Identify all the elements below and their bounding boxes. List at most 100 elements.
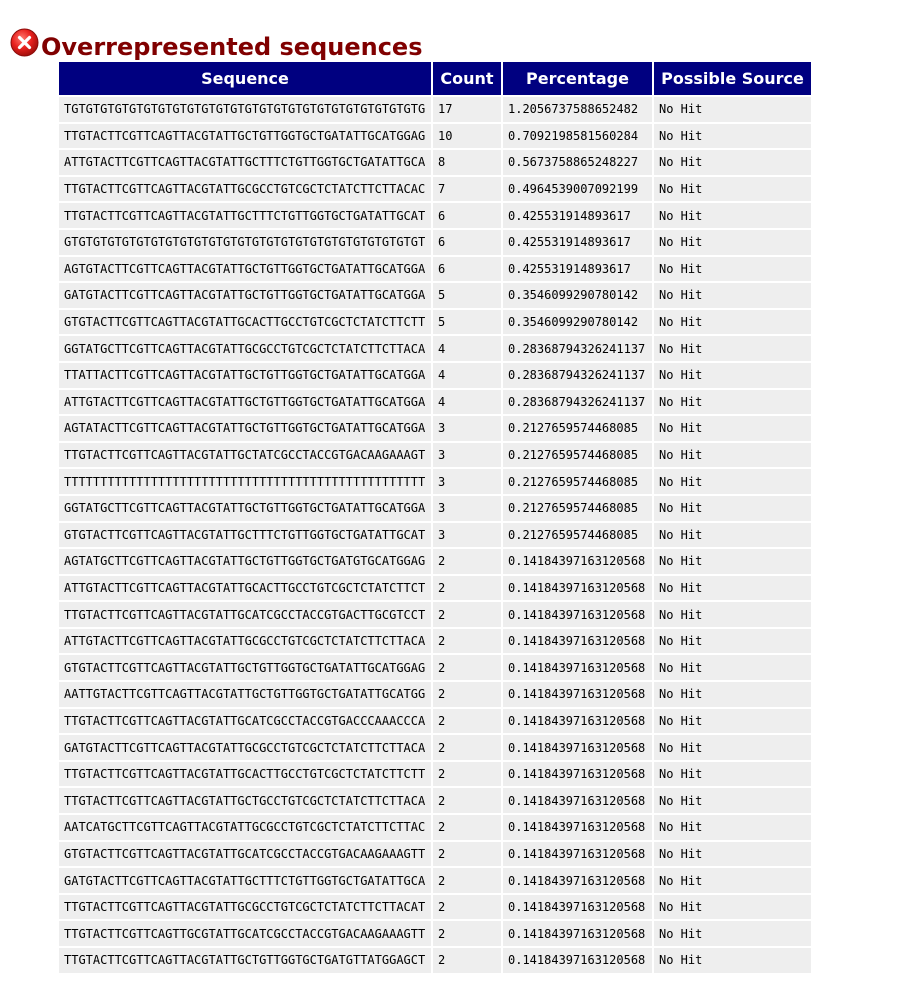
percentage-cell: 0.3546099290780142 xyxy=(503,309,652,335)
count-cell: 5 xyxy=(433,283,501,308)
percentage-cell: 0.14184397163120568 xyxy=(503,841,652,867)
table-row: TTGTACTTCGTTCAGTTACGTATTGCTGCCTGTCGCTCTA… xyxy=(59,788,811,814)
percentage-cell: 0.2127659574468085 xyxy=(503,469,652,494)
possible-source-cell: No Hit xyxy=(654,655,811,681)
possible-source-cell: No Hit xyxy=(654,123,811,149)
sequence-cell: AATCATGCTTCGTTCAGTTACGTATTGCGCCTGTCGCTCT… xyxy=(59,815,431,840)
percentage-cell: 0.2127659574468085 xyxy=(503,416,652,441)
sequence-cell: GTGTACTTCGTTCAGTTACGTATTGCACTTGCCTGTCGCT… xyxy=(59,309,431,335)
percentage-cell: 0.14184397163120568 xyxy=(503,735,652,760)
table-row: ATTGTACTTCGTTCAGTTACGTATTGCTTTCTGTTGGTGC… xyxy=(59,150,811,175)
table-row: TTGTACTTCGTTCAGTTACGTATTGCGCCTGTCGCTCTAT… xyxy=(59,176,811,202)
sequence-cell: TTGTACTTCGTTCAGTTACGTATTGCTGTTGGTGCTGATA… xyxy=(59,123,431,149)
table-row: GTGTACTTCGTTCAGTTACGTATTGCACTTGCCTGTCGCT… xyxy=(59,309,811,335)
count-cell: 10 xyxy=(433,123,501,149)
count-cell: 7 xyxy=(433,176,501,202)
table-row: TTATTACTTCGTTCAGTTACGTATTGCTGTTGGTGCTGAT… xyxy=(59,362,811,388)
section-header: Overrepresented sequences xyxy=(10,24,422,60)
possible-source-cell: No Hit xyxy=(654,868,811,893)
table-row: GTGTACTTCGTTCAGTTACGTATTGCTTTCTGTTGGTGCT… xyxy=(59,522,811,548)
sequence-cell: AGTATGCTTCGTTCAGTTACGTATTGCTGTTGGTGCTGAT… xyxy=(59,549,431,574)
percentage-cell: 0.14184397163120568 xyxy=(503,708,652,734)
sequence-cell: TTGTACTTCGTTCAGTTGCGTATTGCATCGCCTACCGTGA… xyxy=(59,921,431,946)
count-cell: 2 xyxy=(433,921,501,946)
column-header-sequence: Sequence xyxy=(59,62,431,95)
count-cell: 3 xyxy=(433,469,501,494)
percentage-cell: 0.425531914893617 xyxy=(503,229,652,255)
possible-source-cell: No Hit xyxy=(654,682,811,707)
sequence-cell: GGTATGCTTCGTTCAGTTACGTATTGCTGTTGGTGCTGAT… xyxy=(59,495,431,521)
table-row: TTGTACTTCGTTCAGTTGCGTATTGCATCGCCTACCGTGA… xyxy=(59,921,811,946)
table-row: GGTATGCTTCGTTCAGTTACGTATTGCTGTTGGTGCTGAT… xyxy=(59,495,811,521)
possible-source-cell: No Hit xyxy=(654,389,811,415)
percentage-cell: 0.14184397163120568 xyxy=(503,682,652,707)
table-row: TTGTACTTCGTTCAGTTACGTATTGCATCGCCTACCGTGA… xyxy=(59,602,811,627)
possible-source-cell: No Hit xyxy=(654,948,811,973)
table-row: TTGTACTTCGTTCAGTTACGTATTGCTTTCTGTTGGTGCT… xyxy=(59,203,811,228)
count-cell: 6 xyxy=(433,229,501,255)
count-cell: 8 xyxy=(433,150,501,175)
sequence-cell: GTGTACTTCGTTCAGTTACGTATTGCTGTTGGTGCTGATA… xyxy=(59,655,431,681)
table-header-row: Sequence Count Percentage Possible Sourc… xyxy=(59,62,811,95)
table-row: GATGTACTTCGTTCAGTTACGTATTGCGCCTGTCGCTCTA… xyxy=(59,735,811,760)
table-row: TGTGTGTGTGTGTGTGTGTGTGTGTGTGTGTGTGTGTGTG… xyxy=(59,97,811,122)
percentage-cell: 0.2127659574468085 xyxy=(503,442,652,468)
count-cell: 2 xyxy=(433,549,501,574)
possible-source-cell: No Hit xyxy=(654,256,811,282)
table-row: AATCATGCTTCGTTCAGTTACGTATTGCGCCTGTCGCTCT… xyxy=(59,815,811,840)
count-cell: 6 xyxy=(433,203,501,228)
percentage-cell: 0.4964539007092199 xyxy=(503,176,652,202)
sequence-cell: GATGTACTTCGTTCAGTTACGTATTGCTGTTGGTGCTGAT… xyxy=(59,283,431,308)
possible-source-cell: No Hit xyxy=(654,628,811,654)
possible-source-cell: No Hit xyxy=(654,841,811,867)
column-header-percentage: Percentage xyxy=(503,62,652,95)
fail-cross-icon xyxy=(10,28,39,56)
possible-source-cell: No Hit xyxy=(654,602,811,627)
table-row: TTGTACTTCGTTCAGTTACGTATTGCTATCGCCTACCGTG… xyxy=(59,442,811,468)
table-row: TTGTACTTCGTTCAGTTACGTATTGCGCCTGTCGCTCTAT… xyxy=(59,894,811,920)
percentage-cell: 0.14184397163120568 xyxy=(503,628,652,654)
overrepresented-sequences-table: Sequence Count Percentage Possible Sourc… xyxy=(57,60,813,975)
table-row: GTGTACTTCGTTCAGTTACGTATTGCTGTTGGTGCTGATA… xyxy=(59,655,811,681)
percentage-cell: 0.7092198581560284 xyxy=(503,123,652,149)
page-title: Overrepresented sequences xyxy=(41,33,423,61)
possible-source-cell: No Hit xyxy=(654,894,811,920)
column-header-count: Count xyxy=(433,62,501,95)
table-row: AGTGTACTTCGTTCAGTTACGTATTGCTGTTGGTGCTGAT… xyxy=(59,256,811,282)
sequence-cell: TTGTACTTCGTTCAGTTACGTATTGCTATCGCCTACCGTG… xyxy=(59,442,431,468)
table-row: TTGTACTTCGTTCAGTTACGTATTGCTGTTGGTGCTGATA… xyxy=(59,123,811,149)
count-cell: 2 xyxy=(433,575,501,601)
sequence-cell: AGTGTACTTCGTTCAGTTACGTATTGCTGTTGGTGCTGAT… xyxy=(59,256,431,282)
sequence-cell: TGTGTGTGTGTGTGTGTGTGTGTGTGTGTGTGTGTGTGTG… xyxy=(59,97,431,122)
sequence-cell: TTTTTTTTTTTTTTTTTTTTTTTTTTTTTTTTTTTTTTTT… xyxy=(59,469,431,494)
sequence-cell: AGTATACTTCGTTCAGTTACGTATTGCTGTTGGTGCTGAT… xyxy=(59,416,431,441)
sequence-cell: ATTGTACTTCGTTCAGTTACGTATTGCACTTGCCTGTCGC… xyxy=(59,575,431,601)
count-cell: 2 xyxy=(433,761,501,787)
percentage-cell: 0.14184397163120568 xyxy=(503,815,652,840)
possible-source-cell: No Hit xyxy=(654,283,811,308)
count-cell: 2 xyxy=(433,894,501,920)
percentage-cell: 0.2127659574468085 xyxy=(503,495,652,521)
percentage-cell: 0.14184397163120568 xyxy=(503,655,652,681)
possible-source-cell: No Hit xyxy=(654,362,811,388)
table-body: TGTGTGTGTGTGTGTGTGTGTGTGTGTGTGTGTGTGTGTG… xyxy=(59,97,811,973)
count-cell: 5 xyxy=(433,309,501,335)
count-cell: 2 xyxy=(433,628,501,654)
table-row: AATTGTACTTCGTTCAGTTACGTATTGCTGTTGGTGCTGA… xyxy=(59,682,811,707)
possible-source-cell: No Hit xyxy=(654,549,811,574)
column-header-possible-source: Possible Source xyxy=(654,62,811,95)
percentage-cell: 0.14184397163120568 xyxy=(503,575,652,601)
table-row: GGTATGCTTCGTTCAGTTACGTATTGCGCCTGTCGCTCTA… xyxy=(59,336,811,361)
percentage-cell: 0.14184397163120568 xyxy=(503,602,652,627)
possible-source-cell: No Hit xyxy=(654,309,811,335)
sequence-cell: TTGTACTTCGTTCAGTTACGTATTGCTGCCTGTCGCTCTA… xyxy=(59,788,431,814)
percentage-cell: 0.5673758865248227 xyxy=(503,150,652,175)
percentage-cell: 0.14184397163120568 xyxy=(503,761,652,787)
table-row: AGTATGCTTCGTTCAGTTACGTATTGCTGTTGGTGCTGAT… xyxy=(59,549,811,574)
possible-source-cell: No Hit xyxy=(654,708,811,734)
sequence-cell: ATTGTACTTCGTTCAGTTACGTATTGCTGTTGGTGCTGAT… xyxy=(59,389,431,415)
possible-source-cell: No Hit xyxy=(654,416,811,441)
sequence-cell: GATGTACTTCGTTCAGTTACGTATTGCGCCTGTCGCTCTA… xyxy=(59,735,431,760)
count-cell: 6 xyxy=(433,256,501,282)
sequence-cell: GTGTACTTCGTTCAGTTACGTATTGCATCGCCTACCGTGA… xyxy=(59,841,431,867)
